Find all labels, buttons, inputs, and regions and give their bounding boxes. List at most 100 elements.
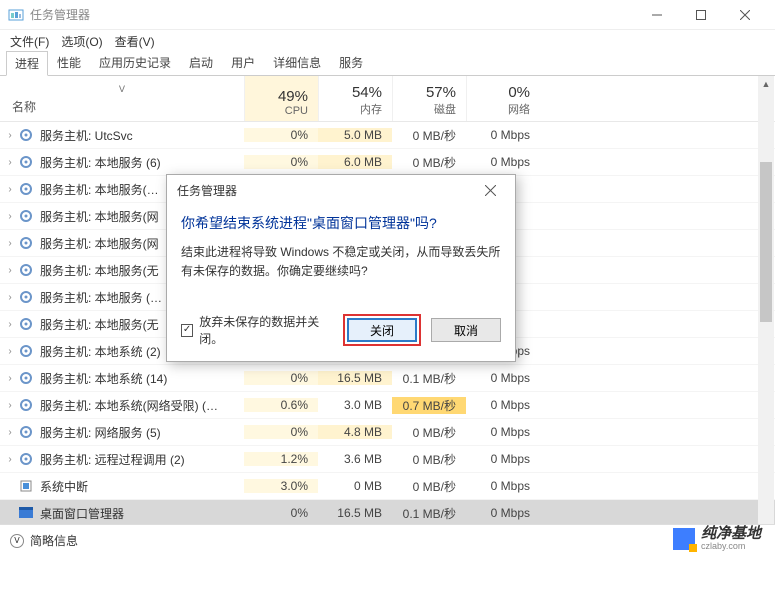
cell-mem: 5.0 MB	[318, 128, 392, 142]
cpu-label: CPU	[285, 105, 308, 117]
dialog-close-button[interactable]	[475, 175, 505, 205]
col-memory[interactable]: 54% 内存	[318, 76, 392, 121]
expander-icon[interactable]: ›	[4, 157, 16, 168]
expander-icon[interactable]: ›	[4, 184, 16, 195]
dialog-title: 任务管理器	[177, 182, 237, 199]
status-bar: ᐯ 简略信息	[0, 524, 775, 556]
table-row[interactable]: › 服务主机: 本地系统(网络受限) (… 0.6%3.0 MB0.7 MB/秒0 …	[0, 392, 775, 419]
minimize-button[interactable]	[635, 0, 679, 30]
gear-icon	[18, 451, 34, 467]
process-name-label: 服务主机: 本地系统 (14)	[40, 370, 167, 387]
tab-processes[interactable]: 进程	[6, 51, 48, 76]
dialog-heading: 你希望结束系统进程"桌面窗口管理器"吗?	[181, 213, 501, 233]
cell-cpu: 0%	[244, 371, 318, 385]
process-name-label: 服务主机: 本地服务(网	[40, 235, 159, 252]
expander-icon[interactable]: ›	[4, 400, 16, 411]
process-name-label: 服务主机: 本地服务(无	[40, 316, 159, 333]
process-name-label: 服务主机: 本地服务(…	[40, 181, 159, 198]
sort-caret-icon: ᐯ	[119, 84, 125, 95]
tab-strip: 进程 性能 应用历史记录 启动 用户 详细信息 服务	[0, 52, 775, 76]
table-row[interactable]: ›服务主机: 本地系统 (14)0%16.5 MB0.1 MB/秒0 Mbps	[0, 365, 775, 392]
process-name-cell: › 服务主机: UtcSvc	[0, 127, 244, 144]
cell-cpu: 0%	[244, 155, 318, 169]
process-name-label: 系统中断	[40, 478, 88, 495]
watermark-name: 纯净基地	[701, 526, 761, 541]
table-row[interactable]: ›服务主机: 网络服务 (5)0%4.8 MB0 MB/秒0 Mbps	[0, 419, 775, 446]
table-row[interactable]: 系统中断3.0%0 MB0 MB/秒0 Mbps	[0, 473, 775, 500]
expander-icon[interactable]: ›	[4, 130, 16, 141]
table-row[interactable]: 桌面窗口管理器0%16.5 MB0.1 MB/秒0 Mbps	[0, 500, 775, 527]
tab-app-history[interactable]: 应用历史记录	[90, 50, 180, 75]
cancel-button[interactable]: 取消	[431, 318, 501, 342]
mem-label: 内存	[360, 101, 382, 117]
table-row[interactable]: ›服务主机: UtcSvc0%5.0 MB0 MB/秒0 Mbps	[0, 122, 775, 149]
expander-icon[interactable]: ›	[4, 346, 16, 357]
expander-icon[interactable]: ›	[4, 454, 16, 465]
vertical-scrollbar[interactable]: ▲ ▼	[758, 76, 774, 556]
process-name-label: 服务主机: 本地服务(无	[40, 262, 159, 279]
expander-icon[interactable]: ›	[4, 211, 16, 222]
col-cpu[interactable]: 49% CPU	[244, 76, 318, 121]
gear-icon	[18, 154, 34, 170]
chevron-down-icon[interactable]: ᐯ	[10, 534, 24, 548]
gear-icon	[18, 262, 34, 278]
process-name-label: 服务主机: 本地系统 (2)	[40, 343, 161, 360]
cell-net: 0 Mbps	[466, 479, 540, 493]
expander-icon[interactable]: ›	[4, 427, 16, 438]
cell-disk: 0 MB/秒	[392, 154, 466, 171]
cell-mem: 3.0 MB	[318, 398, 392, 412]
scroll-thumb[interactable]	[760, 162, 772, 322]
disk-usage-pct: 57%	[426, 84, 456, 101]
scroll-up-button[interactable]: ▲	[758, 76, 774, 92]
app-icon	[8, 7, 24, 23]
cell-net: 0 Mbps	[466, 155, 540, 169]
shutdown-button[interactable]: 关闭	[347, 318, 417, 342]
expander-icon[interactable]: ›	[4, 319, 16, 330]
cell-disk: 0.7 MB/秒	[392, 397, 466, 414]
col-disk[interactable]: 57% 磁盘	[392, 76, 466, 121]
process-name-label: 服务主机: UtcSvc	[40, 127, 133, 144]
gear-icon	[18, 181, 34, 197]
tab-performance[interactable]: 性能	[48, 50, 90, 75]
process-name-label: 服务主机: 本地系统(网络受限) (…	[40, 397, 218, 414]
simple-info-link[interactable]: 简略信息	[30, 532, 78, 549]
cell-cpu: 3.0%	[244, 479, 318, 493]
close-button[interactable]	[723, 0, 767, 30]
process-name-cell: › 服务主机: 本地系统 (14)	[0, 370, 244, 387]
abandon-data-checkbox[interactable]: ✓ 放弃未保存的数据并关闭。	[181, 313, 333, 347]
expander-icon[interactable]: ›	[4, 373, 16, 384]
process-name-label: 服务主机: 网络服务 (5)	[40, 424, 161, 441]
process-name-label: 服务主机: 本地服务(网	[40, 208, 159, 225]
process-name-label: 服务主机: 本地服务 (6)	[40, 154, 161, 171]
maximize-button[interactable]	[679, 0, 723, 30]
col-name[interactable]: ᐯ 名称	[0, 76, 244, 121]
watermark: 纯净基地 czlaby.com	[673, 526, 761, 551]
col-network[interactable]: 0% 网络	[466, 76, 540, 121]
menu-options[interactable]: 选项(O)	[57, 31, 106, 52]
net-label: 网络	[508, 101, 530, 117]
cell-net: 0 Mbps	[466, 371, 540, 385]
table-row[interactable]: ›服务主机: 本地服务 (6)0%6.0 MB0 MB/秒0 Mbps	[0, 149, 775, 176]
column-headers: ᐯ 名称 49% CPU 54% 内存 57% 磁盘 0% 网络	[0, 76, 775, 122]
confirm-end-process-dialog: 任务管理器 你希望结束系统进程"桌面窗口管理器"吗? 结束此进程将导致 Wind…	[166, 174, 516, 362]
tab-startup[interactable]: 启动	[180, 50, 222, 75]
tab-services[interactable]: 服务	[330, 50, 372, 75]
cell-net: 0 Mbps	[466, 398, 540, 412]
process-name-cell: › 服务主机: 本地服务 (6)	[0, 154, 244, 171]
expander-icon[interactable]: ›	[4, 292, 16, 303]
process-name-cell: ›服务主机: 远程过程调用 (2)	[0, 451, 244, 468]
dialog-body-text: 结束此进程将导致 Windows 不稳定或关闭，从而导致丢失所有未保存的数据。你…	[181, 243, 501, 281]
tab-users[interactable]: 用户	[222, 50, 264, 75]
table-row[interactable]: ›服务主机: 远程过程调用 (2)1.2%3.6 MB0 MB/秒0 Mbps	[0, 446, 775, 473]
cell-disk: 0 MB/秒	[392, 127, 466, 144]
cell-disk: 0 MB/秒	[392, 478, 466, 495]
menu-file[interactable]: 文件(F)	[6, 31, 53, 52]
tab-details[interactable]: 详细信息	[264, 50, 330, 75]
expander-icon[interactable]: ›	[4, 265, 16, 276]
cell-cpu: 0%	[244, 506, 318, 520]
process-name-label: 桌面窗口管理器	[40, 505, 124, 522]
cell-cpu: 0.6%	[244, 398, 318, 412]
expander-icon[interactable]: ›	[4, 238, 16, 249]
primary-button-highlight: 关闭	[343, 314, 421, 346]
menu-view[interactable]: 查看(V)	[111, 31, 159, 52]
